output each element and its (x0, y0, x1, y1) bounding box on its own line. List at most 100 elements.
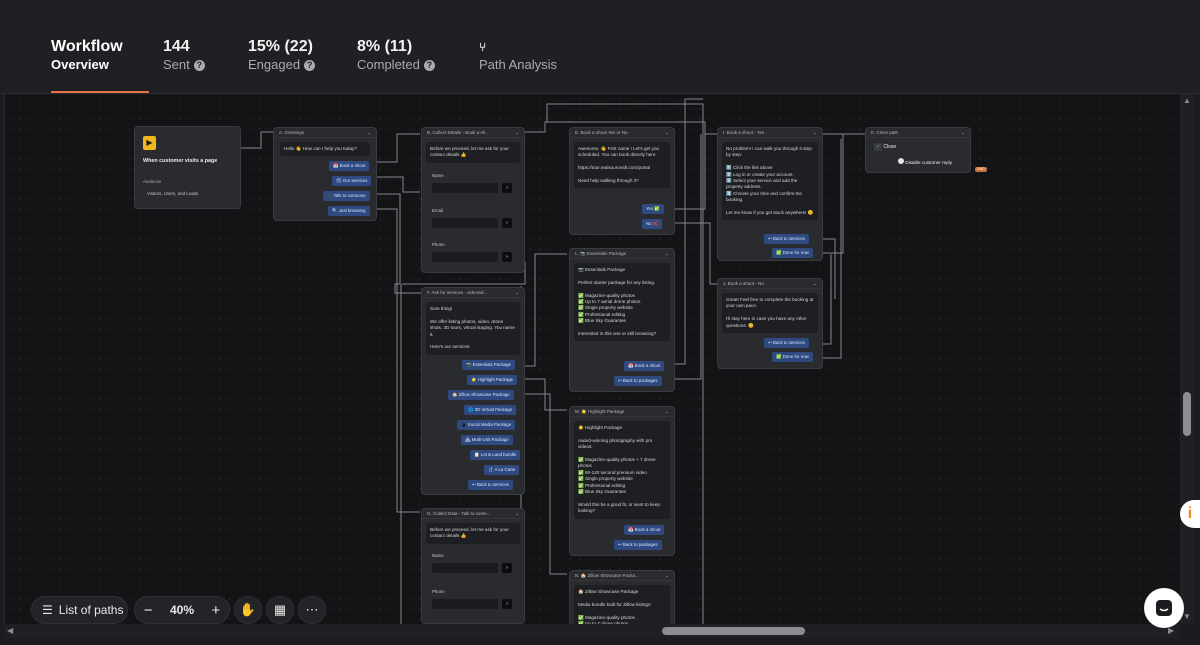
back-to-services-button[interactable]: ↩ Back to services (764, 234, 809, 244)
node-g-head: G. Collect Data - Talk to some... (427, 511, 491, 516)
path-analysis-icon: ⑂ (479, 40, 487, 54)
workflow-canvas[interactable]: ▶ When customer visits a page Audience V… (4, 94, 1180, 624)
tab-engaged[interactable]: 15% (22) Engaged? (248, 37, 316, 73)
node-e-message: Awesome, 👋 First name ! Let's get you sc… (574, 142, 670, 189)
scroll-up-icon[interactable]: ▲ (1183, 96, 1191, 105)
node-i-book-yes[interactable]: I. Book a shoot - Yes ⌄ No problem! I can… (717, 127, 823, 261)
chat-launcher[interactable] (1144, 588, 1184, 628)
list-of-paths-label: List of paths (58, 603, 124, 617)
highlight-package-button[interactable]: ⭐ Highlight Package (467, 375, 518, 385)
done-for-now-button[interactable]: ✅ Done for now (772, 352, 813, 362)
chevron-down-icon[interactable]: ⌄ (813, 281, 817, 286)
info-icon[interactable]: i (1180, 500, 1200, 528)
a-la-carte-button[interactable]: 🍴 A La Carte (484, 465, 520, 475)
book-shoot-button[interactable]: 📅 Book a shoot (329, 161, 370, 171)
scroll-left-icon[interactable]: ◀ (7, 626, 13, 635)
send-icon[interactable]: › (502, 599, 512, 609)
virtual-package-button[interactable]: 🌐 3D Virtual Package (464, 405, 517, 415)
chevron-down-icon[interactable]: ⌄ (515, 290, 519, 295)
zoom-in-button[interactable]: + (211, 602, 220, 619)
node-l-essentials[interactable]: L. 📷 Essentials Package ⌄ 📷 Essentials Pa… (569, 248, 675, 392)
done-for-now-button[interactable]: ✅ Done for now (772, 248, 813, 258)
help-icon[interactable]: ? (193, 59, 205, 71)
no-button[interactable]: No ❌ (642, 219, 663, 229)
horizontal-scroll-thumb[interactable] (662, 627, 805, 635)
social-media-button[interactable]: 📱 Social Media Package (457, 420, 516, 430)
chevron-down-icon[interactable]: ⌄ (961, 130, 965, 135)
toggle-icon[interactable] (898, 158, 904, 164)
node-f-head: F. Ask for services - acknowl... (427, 290, 488, 295)
node-j-book-no[interactable]: J. Book a shoot - No ⌄ Great! Feel free t… (717, 278, 823, 369)
node-e-book-shoot[interactable]: E. Book a shoot Yes or No ⌄ Awesome, 👋 Fi… (569, 127, 675, 235)
more-button[interactable]: ⋯ (298, 596, 326, 624)
vertical-scroll-thumb[interactable] (1183, 392, 1191, 436)
chevron-down-icon[interactable]: ⌄ (813, 130, 817, 135)
back-to-services-button[interactable]: ↩ Back to services (468, 480, 513, 490)
email-label: Email (432, 208, 443, 213)
phone-label: Phone (432, 589, 445, 594)
node-m-highlight[interactable]: M. ⭐ Highlight Package ⌄ ⭐ Highlight Pack… (569, 406, 675, 556)
tab-sent[interactable]: 144 Sent? (163, 37, 205, 73)
list-of-paths-button[interactable]: ☰ List of paths (31, 596, 128, 624)
tab-overview[interactable]: Workflow Overview (51, 37, 123, 73)
send-icon[interactable]: › (502, 183, 512, 193)
node-g-collect-data[interactable]: G. Collect Data - Talk to some... ⌄ Befor… (421, 508, 525, 624)
tab-overview-label: Overview (51, 57, 109, 72)
book-shoot-button[interactable]: 📅 Book a shoot (624, 525, 665, 535)
hand-tool-button[interactable]: ✋ (234, 596, 262, 624)
back-to-services-button[interactable]: ↩ Back to services (764, 338, 809, 348)
chevron-down-icon[interactable]: ⌄ (665, 130, 669, 135)
back-to-packages-button[interactable]: ↩ Back to packages (614, 540, 662, 550)
our-services-button[interactable]: 🛠 Our services (332, 176, 372, 186)
node-j-message: Great! Feel free to complete the booking… (722, 293, 818, 334)
phone-field[interactable] (432, 599, 498, 609)
email-field[interactable] (432, 218, 498, 228)
help-icon[interactable]: ? (304, 59, 316, 71)
node-f-ask-services[interactable]: F. Ask for services - acknowl... ⌄ Sure t… (421, 287, 525, 495)
send-icon[interactable]: › (502, 252, 512, 262)
disable-reply-label: Disable customer reply (898, 158, 952, 165)
tab-completed[interactable]: 8% (11) Completed? (357, 37, 435, 73)
chevron-down-icon[interactable]: ⌄ (367, 130, 371, 135)
name-label: Name (432, 553, 444, 558)
node-a-greetings[interactable]: A. Greetings ⌄ Hello 👋 How can I help you… (273, 127, 377, 221)
send-icon[interactable]: › (502, 218, 512, 228)
node-k-close-path[interactable]: K. Close path ⌄ ✓ Close Disable customer … (865, 127, 971, 173)
node-a-head: A. Greetings (279, 130, 305, 135)
zillow-showcase-button[interactable]: 🏠 Zillow Showcase Package (448, 390, 514, 400)
horizontal-scrollbar[interactable]: ◀ ▶ (4, 624, 1180, 638)
scroll-down-icon[interactable]: ▼ (1183, 612, 1191, 621)
book-shoot-button[interactable]: 📅 Book a shoot (624, 361, 665, 371)
trigger-node[interactable]: ▶ When customer visits a page Audience V… (134, 126, 241, 209)
grid-button[interactable]: ▦ (266, 596, 294, 624)
list-icon: ☰ (42, 603, 53, 617)
tab-path-analysis[interactable]: ⑂ Path Analysis (479, 37, 557, 73)
lot-land-button[interactable]: 📋 Lot & Land bundle (470, 450, 521, 460)
chevron-down-icon[interactable]: ⌄ (665, 573, 669, 578)
bolt-icon: ▶ (143, 136, 156, 150)
just-browsing-button[interactable]: 🔍 Just browsing (328, 206, 370, 216)
node-b-message: Before we proceed, let me ask for your c… (426, 142, 520, 163)
vertical-scrollbar[interactable]: ▲ ▼ (1180, 94, 1194, 624)
essentials-package-button[interactable]: 📷 Essentials Package (462, 360, 516, 370)
phone-field[interactable] (432, 252, 498, 262)
chevron-down-icon[interactable]: ⌄ (665, 251, 669, 256)
back-to-packages-button[interactable]: ↩ Back to packages (614, 376, 662, 386)
node-b-collect-details[interactable]: B. Collect Details - Book a sh... ⌄ Befor… (421, 127, 525, 273)
chevron-down-icon[interactable]: ⌄ (665, 409, 669, 414)
name-field[interactable] (432, 563, 498, 573)
node-f-message: Sure thing! We offer listing photos, vid… (426, 302, 520, 355)
zoom-out-button[interactable]: − (144, 602, 153, 619)
name-field[interactable] (432, 183, 498, 193)
node-m-message: ⭐ Highlight Package Award-winning photog… (574, 421, 670, 519)
node-m-head: M. ⭐ Highlight Package (575, 409, 625, 414)
talk-to-someone-button[interactable]: 📞 Talk to someone (323, 191, 370, 201)
multi-unit-button[interactable]: 🏘 Multi-Unit Package (461, 435, 513, 445)
yes-button[interactable]: Yes ✅ (642, 204, 664, 214)
help-icon[interactable]: ? (423, 59, 435, 71)
grid-icon: ▦ (273, 602, 287, 617)
node-n-zillow[interactable]: N. 🏠 Zillow Showcase Packa... ⌄ 🏠 Zillow … (569, 570, 675, 624)
chevron-down-icon[interactable]: ⌄ (515, 130, 519, 135)
send-icon[interactable]: › (502, 563, 512, 573)
chevron-down-icon[interactable]: ⌄ (515, 511, 519, 516)
